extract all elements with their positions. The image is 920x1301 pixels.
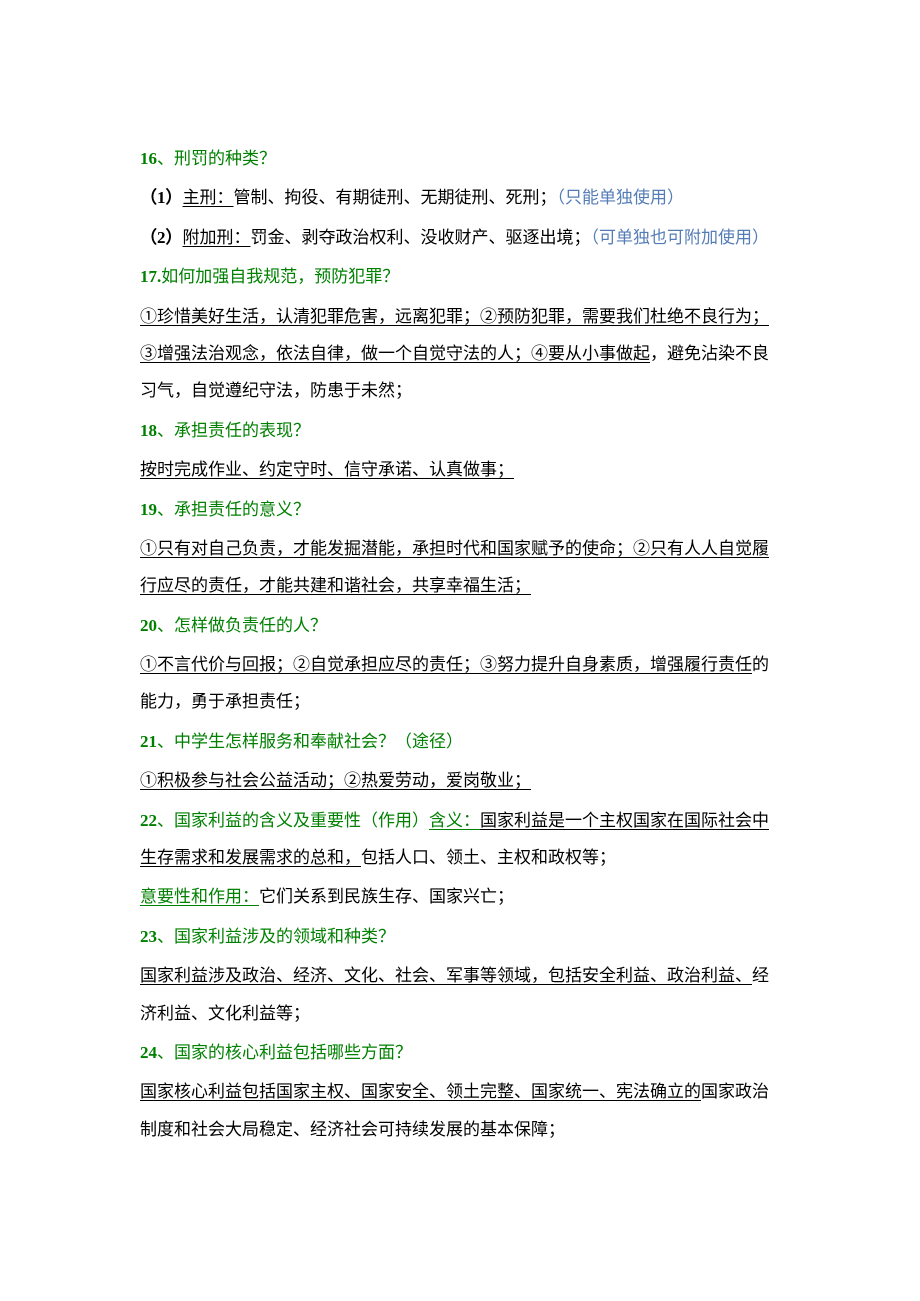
entry-18: 18、承担责任的表现？: [140, 412, 770, 449]
definition-tail: 包括人口、领土、主权和政权等；: [361, 848, 616, 867]
entry-16: 16、刑罚的种类？: [140, 140, 770, 177]
entry-title: 承担责任的表现？: [174, 421, 310, 440]
entry-20-body: ①不言代价与回报；②自觉承担应尽的责任；③努力提升自身素质，增强履行责任的能力，…: [140, 646, 770, 721]
text: 管制、拘役、有期徒刑、无期徒刑、死刑；: [234, 188, 557, 207]
entry-title: 国家利益涉及的领域和种类？: [174, 927, 395, 946]
sub-number: （2）: [140, 228, 183, 247]
entry-title: 中学生怎样服务和奉献社会？（途径）: [174, 732, 463, 751]
entry-title: 怎样做负责任的人？: [174, 616, 327, 635]
text-underline: ①不言代价与回报；②自觉承担应尽的责任；③努力提升自身素质，增强履行责任: [140, 655, 752, 674]
separator: 、: [157, 149, 174, 168]
sub-number: （1）: [140, 188, 183, 207]
entry-20: 20、怎样做负责任的人？: [140, 607, 770, 644]
importance-label: 意要性和作用：: [140, 887, 259, 906]
entry-title: 如何加强自我规范，预防犯罪？: [161, 267, 399, 286]
label: 主刑：: [183, 188, 234, 207]
separator: 、: [157, 500, 174, 519]
entry-title: 承担责任的意义？: [174, 500, 310, 519]
entry-22: 22、国家利益的含义及重要性（作用）含义：国家利益是一个主权国家在国际社会中生存…: [140, 802, 770, 877]
entry-24: 24、国家的核心利益包括哪些方面？: [140, 1034, 770, 1071]
text: ①只有对自己负责，才能发掘潜能，承担时代和国家赋予的使命；②只有人人自觉履行应尽…: [140, 539, 769, 595]
entry-19-body: ①只有对自己负责，才能发掘潜能，承担时代和国家赋予的使命；②只有人人自觉履行应尽…: [140, 530, 770, 605]
entry-number: 20: [140, 616, 157, 635]
label: 附加刑：: [183, 228, 251, 247]
importance-body: 它们关系到民族生存、国家兴亡；: [259, 887, 514, 906]
entry-number: 16: [140, 149, 157, 168]
separator: 、: [157, 732, 174, 751]
text-underline: 国家利益涉及政治、经济、文化、社会、军事等领域，包括安全利益、政治利益、: [140, 966, 752, 985]
entry-16-p2: （2）附加刑：罚金、剥夺政治权利、没收财产、驱逐出境；（可单独也可附加使用）: [140, 219, 770, 256]
text: 罚金、剥夺政治权利、没收财产、驱逐出境；: [251, 228, 591, 247]
note: （可单独也可附加使用）: [591, 228, 770, 247]
entry-19: 19、承担责任的意义？: [140, 491, 770, 528]
text: ①积极参与社会公益活动；②热爱劳动，爱岗敬业；: [140, 771, 531, 790]
entry-number: 21: [140, 732, 157, 751]
text: 按时完成作业、约定守时、信守承诺、认真做事；: [140, 460, 514, 479]
definition-label: 含义：: [429, 811, 480, 830]
entry-23-body: 国家利益涉及政治、经济、文化、社会、军事等领域，包括安全利益、政治利益、经济利益…: [140, 957, 770, 1032]
entry-17-body: ①珍惜美好生活，认清犯罪危害，远离犯罪；②预防犯罪，需要我们杜绝不良行为；③增强…: [140, 298, 770, 410]
separator: 、: [157, 1043, 174, 1062]
entry-title: 国家利益的含义及重要性（作用）: [174, 811, 429, 830]
entry-21: 21、中学生怎样服务和奉献社会？（途径）: [140, 723, 770, 760]
entry-title: 刑罚的种类？: [174, 149, 276, 168]
entry-22-importance: 意要性和作用：它们关系到民族生存、国家兴亡；: [140, 878, 770, 915]
separator: 、: [157, 616, 174, 635]
entry-number: 24: [140, 1043, 157, 1062]
entry-23: 23、国家利益涉及的领域和种类？: [140, 918, 770, 955]
entry-number: 19: [140, 500, 157, 519]
entry-number: 23: [140, 927, 157, 946]
note: （只能单独使用）: [557, 188, 685, 207]
entry-21-body: ①积极参与社会公益活动；②热爱劳动，爱岗敬业；: [140, 762, 770, 799]
separator: 、: [157, 927, 174, 946]
text-underline: 国家核心利益包括国家主权、国家安全、领土完整、国家统一、宪法确立的: [140, 1082, 701, 1101]
entry-18-body: 按时完成作业、约定守时、信守承诺、认真做事；: [140, 451, 770, 488]
entry-16-p1: （1）主刑：管制、拘役、有期徒刑、无期徒刑、死刑；（只能单独使用）: [140, 179, 770, 216]
separator: 、: [157, 811, 174, 830]
entry-17: 17.如何加强自我规范，预防犯罪？: [140, 258, 770, 295]
entry-title: 国家的核心利益包括哪些方面？: [174, 1043, 412, 1062]
entry-24-body: 国家核心利益包括国家主权、国家安全、领土完整、国家统一、宪法确立的国家政治制度和…: [140, 1073, 770, 1148]
entry-number: 18: [140, 421, 157, 440]
document-page: 16、刑罚的种类？ （1）主刑：管制、拘役、有期徒刑、无期徒刑、死刑；（只能单独…: [0, 0, 920, 1301]
entry-number: 17.: [140, 267, 161, 286]
separator: 、: [157, 421, 174, 440]
entry-number: 22: [140, 811, 157, 830]
